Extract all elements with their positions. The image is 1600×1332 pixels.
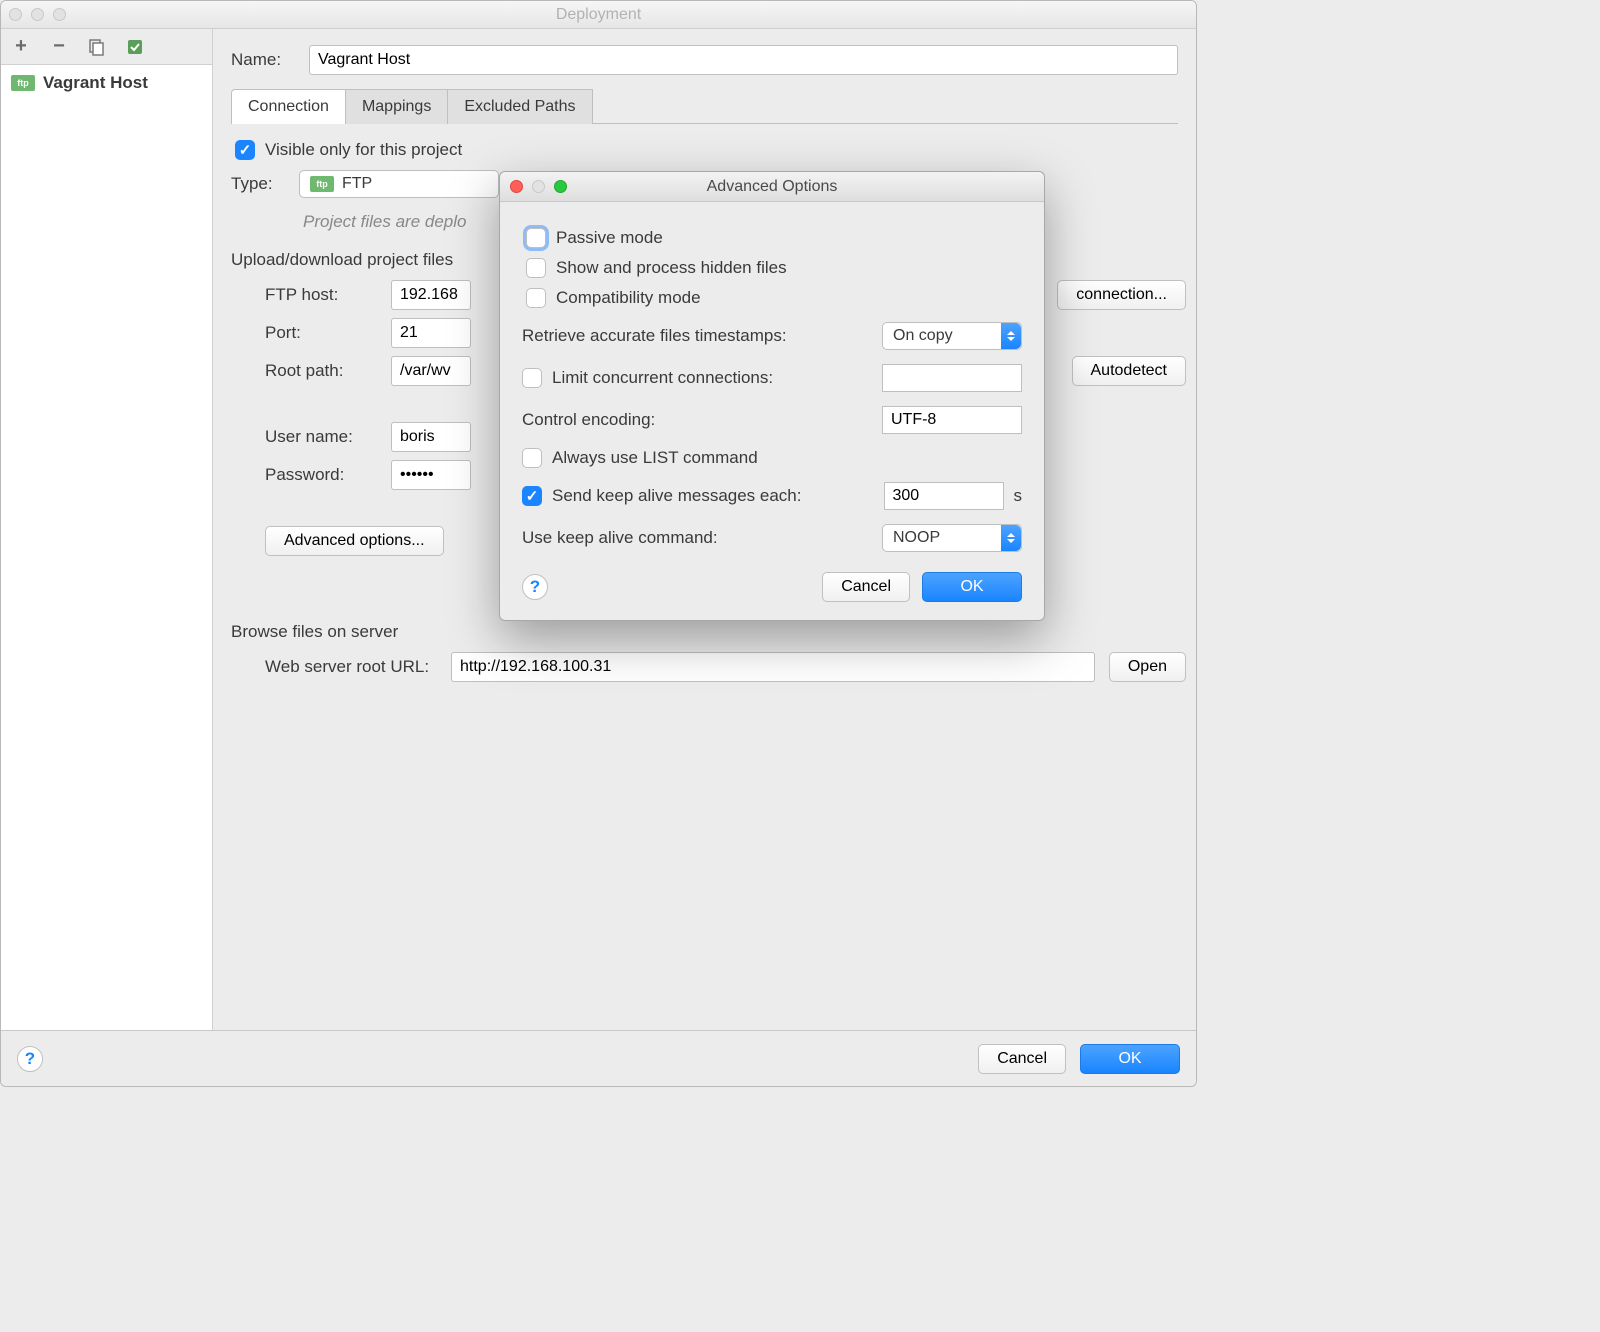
port-input[interactable]: [391, 318, 471, 348]
port-label: Port:: [231, 323, 391, 343]
help-icon[interactable]: ?: [17, 1046, 43, 1072]
tab-excluded[interactable]: Excluded Paths: [448, 89, 592, 124]
keepalive-input[interactable]: [884, 482, 1004, 510]
list-cmd-label: Always use LIST command: [552, 448, 758, 468]
tabs: Connection Mappings Excluded Paths: [231, 89, 1178, 124]
ftp-host-input[interactable]: [391, 280, 471, 310]
keepalive-cmd-select[interactable]: NOOP: [882, 524, 1022, 552]
hidden-files-label: Show and process hidden files: [556, 258, 787, 278]
open-button[interactable]: Open: [1109, 652, 1186, 682]
ftp-host-label: FTP host:: [231, 285, 391, 305]
test-connection-button[interactable]: connection...: [1057, 280, 1186, 310]
root-path-input[interactable]: [391, 356, 471, 386]
visible-only-label: Visible only for this project: [265, 140, 462, 160]
sidebar-toolbar: + −: [1, 29, 212, 65]
keepalive-cmd-value: NOOP: [893, 529, 940, 547]
advanced-options-dialog: Advanced Options Passive mode Show and p…: [499, 171, 1045, 621]
encoding-input[interactable]: [882, 406, 1022, 434]
passive-mode-checkbox[interactable]: [526, 228, 546, 248]
advanced-options-button[interactable]: Advanced options...: [265, 526, 444, 556]
sidebar-item-label: Vagrant Host: [43, 73, 148, 93]
window-titlebar: Deployment: [1, 1, 1196, 29]
chevron-updown-icon: [1001, 323, 1021, 349]
password-input[interactable]: [391, 460, 471, 490]
retrieve-ts-select[interactable]: On copy: [882, 322, 1022, 350]
list-cmd-checkbox[interactable]: [522, 448, 542, 468]
tab-connection[interactable]: Connection: [231, 89, 346, 124]
type-select[interactable]: ftp FTP: [299, 170, 499, 198]
retrieve-ts-label: Retrieve accurate files timestamps:: [522, 326, 882, 346]
limit-conn-checkbox[interactable]: [522, 368, 542, 388]
name-label: Name:: [231, 50, 293, 70]
dialog-title: Advanced Options: [500, 178, 1044, 196]
section-browse-title: Browse files on server: [231, 622, 1178, 642]
keepalive-unit: s: [1014, 486, 1023, 506]
copy-icon[interactable]: [87, 37, 107, 57]
chevron-updown-icon: [1001, 525, 1021, 551]
cancel-button[interactable]: Cancel: [822, 572, 910, 602]
encoding-label: Control encoding:: [522, 410, 882, 430]
keepalive-checkbox[interactable]: [522, 486, 542, 506]
tab-mappings[interactable]: Mappings: [346, 89, 448, 124]
sidebar: + − ftp Vagrant Host: [1, 29, 213, 1030]
name-input[interactable]: [309, 45, 1178, 75]
keepalive-label: Send keep alive messages each:: [552, 486, 802, 506]
window-title: Deployment: [1, 6, 1196, 24]
window-footer: ? Cancel OK: [1, 1030, 1196, 1086]
dialog-titlebar: Advanced Options: [500, 172, 1044, 202]
keepalive-cmd-label: Use keep alive command:: [522, 528, 882, 548]
add-icon[interactable]: +: [11, 37, 31, 57]
root-path-label: Root path:: [231, 361, 391, 381]
type-label: Type:: [231, 174, 283, 194]
remove-icon[interactable]: −: [49, 37, 69, 57]
ftp-icon: ftp: [310, 176, 334, 192]
web-url-label: Web server root URL:: [231, 657, 451, 677]
username-input[interactable]: [391, 422, 471, 452]
username-label: User name:: [231, 427, 391, 447]
compat-mode-label: Compatibility mode: [556, 288, 701, 308]
visible-only-checkbox[interactable]: [235, 140, 255, 160]
retrieve-ts-value: On copy: [893, 327, 953, 345]
limit-conn-label: Limit concurrent connections:: [552, 368, 773, 388]
ok-button[interactable]: OK: [922, 572, 1022, 602]
autodetect-button[interactable]: Autodetect: [1072, 356, 1187, 386]
hidden-files-checkbox[interactable]: [526, 258, 546, 278]
ftp-icon: ftp: [11, 75, 35, 91]
cancel-button[interactable]: Cancel: [978, 1044, 1066, 1074]
limit-conn-input[interactable]: [882, 364, 1022, 392]
passive-mode-label: Passive mode: [556, 228, 663, 248]
dialog-body: Passive mode Show and process hidden fil…: [500, 202, 1044, 620]
compat-mode-checkbox[interactable]: [526, 288, 546, 308]
validate-icon[interactable]: [125, 37, 145, 57]
password-label: Password:: [231, 465, 391, 485]
sidebar-item-vagrant-host[interactable]: ftp Vagrant Host: [1, 69, 212, 97]
help-icon[interactable]: ?: [522, 574, 548, 600]
web-url-input[interactable]: [451, 652, 1095, 682]
ok-button[interactable]: OK: [1080, 1044, 1180, 1074]
type-select-value: FTP: [342, 175, 372, 193]
